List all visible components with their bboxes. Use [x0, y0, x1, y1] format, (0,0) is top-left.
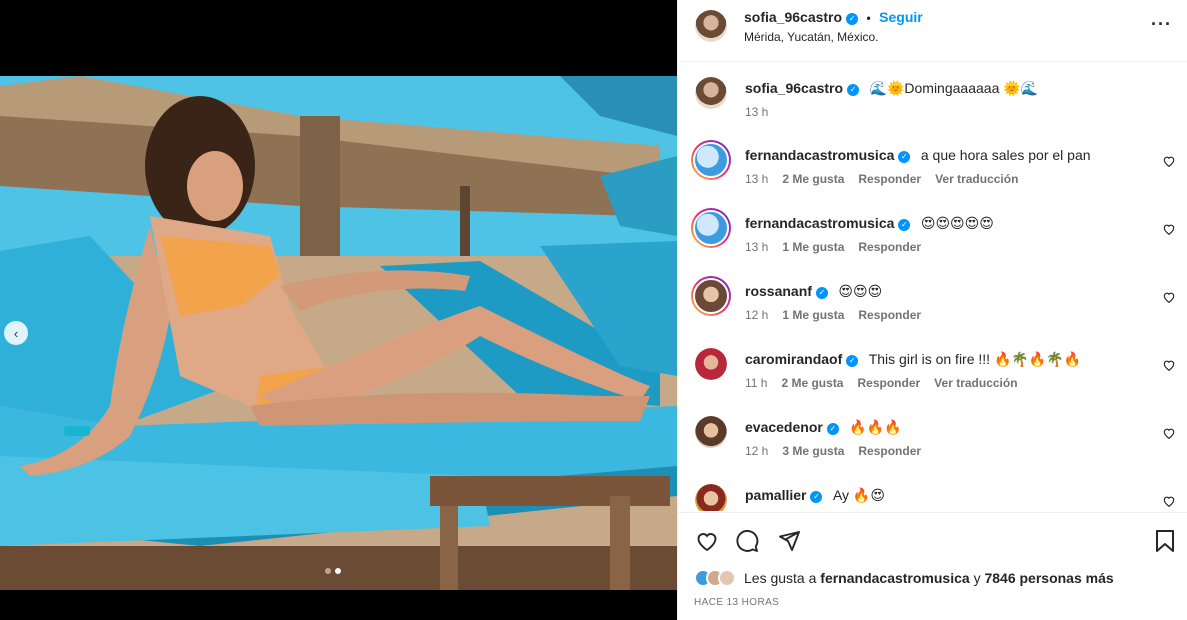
caption-username[interactable]: sofia_96castro [745, 80, 843, 96]
save-bookmark-icon[interactable] [1154, 529, 1176, 553]
post-header: sofia_96castro ✓ • Seguir Mérida, Yucatán… [678, 0, 1187, 62]
author-avatar[interactable] [695, 10, 727, 42]
separator-dot: • [866, 11, 871, 25]
post-actions: Les gusta a fernandacastromusica y 7846 … [678, 512, 1187, 620]
verified-badge-icon: ✓ [846, 355, 859, 367]
comment-text: 😍😍😍 [838, 283, 883, 299]
comment-time[interactable]: 13 h [745, 172, 768, 186]
author-avatar[interactable] [695, 77, 727, 109]
comment-text: Ay 🔥😍 [832, 487, 885, 503]
comment-text: 😍😍😍😍😍 [920, 215, 994, 231]
verified-badge-icon: ✓ [815, 287, 828, 299]
comment-likes[interactable]: 1 Me gusta [782, 308, 844, 322]
likes-user-link[interactable]: fernandacastromusica [820, 570, 969, 586]
commenter-avatar[interactable] [691, 140, 731, 180]
like-comment-heart-icon[interactable] [1162, 358, 1176, 372]
carousel-dot-active [335, 568, 341, 574]
likes-middle: y [969, 570, 985, 586]
comment-likes[interactable]: 2 Me gusta [782, 172, 844, 186]
carousel-prev-button[interactable]: ‹ [4, 321, 28, 345]
comment-likes[interactable]: 3 Me gusta [782, 444, 844, 458]
reply-button[interactable]: Responder [857, 376, 920, 390]
comment-time[interactable]: 13 h [745, 240, 768, 254]
comment-username[interactable]: fernandacastromusica [745, 147, 894, 163]
comment-text: 🔥🔥🔥 [849, 419, 902, 435]
comment-likes[interactable]: 2 Me gusta [781, 376, 843, 390]
carousel-dot [325, 568, 331, 574]
comment-likes[interactable]: 1 Me gusta [782, 240, 844, 254]
liker-avatar [718, 569, 736, 587]
comment-time[interactable]: 12 h [745, 308, 768, 322]
caption-text: Domingaaaaaa [904, 80, 1000, 96]
likers-avatars[interactable] [694, 569, 736, 587]
likes-prefix: Les gusta a [744, 570, 821, 586]
commenter-avatar[interactable] [695, 484, 727, 511]
likes-count-link[interactable]: 7846 personas más [984, 570, 1113, 586]
reply-button[interactable]: Responder [858, 172, 921, 186]
post-sidebar: sofia_96castro ✓ • Seguir Mérida, Yucatán… [677, 0, 1187, 620]
verified-badge-icon: ✓ [847, 84, 860, 96]
comment-username[interactable]: fernandacastromusica [745, 215, 894, 231]
translate-button[interactable]: Ver traducción [935, 172, 1018, 186]
commenter-avatar[interactable] [695, 416, 727, 448]
post-media: ‹ [0, 0, 677, 620]
verified-badge-icon: ✓ [898, 219, 911, 231]
carousel-indicator [325, 568, 341, 574]
beach-lounger-photo [0, 76, 677, 590]
reply-button[interactable]: Responder [858, 240, 921, 254]
commenter-avatar[interactable] [691, 208, 731, 248]
reply-button[interactable]: Responder [858, 308, 921, 322]
more-options-icon[interactable]: ··· [1151, 14, 1172, 35]
comment-time[interactable]: 11 h [745, 376, 767, 390]
comment-text: This girl is on fire !!! 🔥🌴🔥🌴🔥 [868, 351, 1082, 367]
comment-username[interactable]: rossananf [745, 283, 812, 299]
share-paper-plane-icon[interactable] [777, 529, 801, 553]
comment-username[interactable]: evacedenor [745, 419, 823, 435]
like-comment-heart-icon[interactable] [1162, 154, 1176, 168]
like-comment-heart-icon[interactable] [1162, 290, 1176, 304]
translate-button[interactable]: Ver traducción [934, 376, 1017, 390]
chevron-left-icon: ‹ [13, 325, 19, 341]
like-comment-heart-icon[interactable] [1162, 426, 1176, 440]
like-heart-icon[interactable] [694, 529, 720, 553]
follow-button[interactable]: Seguir [879, 9, 923, 25]
reply-button[interactable]: Responder [858, 444, 921, 458]
caption-emoji: 🌊🌞 [869, 80, 905, 96]
author-username[interactable]: sofia_96castro [744, 9, 842, 25]
post-location[interactable]: Mérida, Yucatán, México. [744, 30, 879, 44]
comment-username[interactable]: caromirandaof [745, 351, 842, 367]
comment-username[interactable]: pamallier [745, 487, 806, 503]
commenter-avatar[interactable] [695, 348, 727, 380]
verified-badge-icon: ✓ [898, 151, 911, 163]
verified-badge-icon: ✓ [826, 423, 839, 435]
post-timestamp[interactable]: HACE 13 HORAS [694, 597, 779, 608]
post-photo[interactable] [0, 76, 677, 590]
likes-summary: Les gusta a fernandacastromusica y 7846 … [694, 569, 1114, 587]
comment-bubble-icon[interactable] [735, 529, 759, 553]
comment-time[interactable]: 12 h [745, 444, 768, 458]
comment-text: a que hora sales por el pan [920, 147, 1091, 163]
like-comment-heart-icon[interactable] [1162, 222, 1176, 236]
verified-badge-icon: ✓ [810, 491, 823, 503]
commenter-avatar[interactable] [691, 276, 731, 316]
caption-time[interactable]: 13 h [745, 105, 768, 119]
instagram-post-view: ‹ sofia_96castro ✓ • Seguir Mérida, Yucat… [0, 0, 1187, 620]
verified-badge-icon: ✓ [846, 13, 859, 25]
caption-emoji: 🌞🌊 [999, 80, 1039, 96]
like-comment-heart-icon[interactable] [1162, 494, 1176, 508]
comments-list[interactable]: sofia_96castro ✓ 🌊🌞Domingaaaaaa 🌞🌊 13 h f… [678, 63, 1187, 511]
